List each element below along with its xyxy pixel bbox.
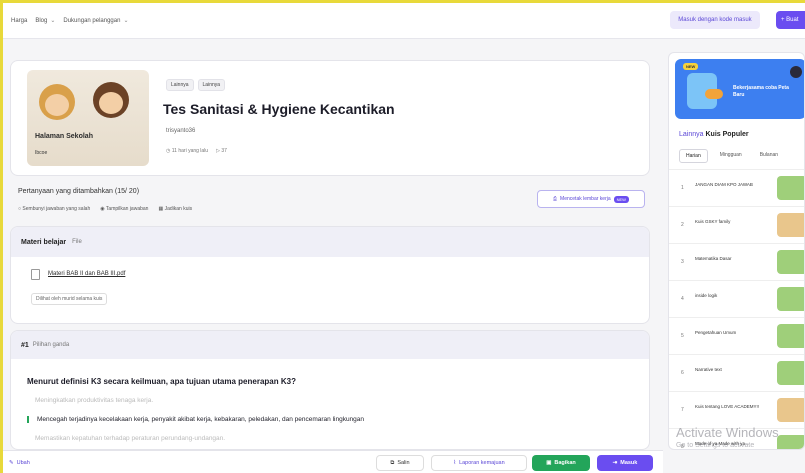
play-count: 37	[221, 148, 227, 154]
question-type: Pilihan ganda	[32, 342, 70, 348]
chevron-down-icon: ⌄	[50, 18, 56, 24]
create-button[interactable]: + Buat	[776, 11, 805, 29]
map-icon	[705, 89, 723, 99]
popular-quiz-item[interactable]: 5 Pengetahuan Umum	[669, 317, 804, 354]
progress-report-button[interactable]: ⌇ Laporan kemajuan	[431, 455, 527, 471]
viewed-by-students-badge: Dilihat oleh murid selama kuis	[31, 293, 108, 305]
login-button[interactable]: ⇥ Masuk	[597, 455, 653, 471]
tab-daily[interactable]: Harian	[679, 149, 708, 163]
learning-materials-card: Materi belajar File Materi BAB II dan BA…	[10, 226, 650, 324]
materials-title: Materi belajar	[21, 238, 67, 246]
questions-added-label: Pertanyaan yang ditambahkan (15/ 20)	[18, 188, 140, 195]
question-card: #1 Pilihan ganda Menurut definisi K3 sec…	[10, 330, 650, 450]
character-illustration	[93, 82, 129, 118]
play-count-icon: ▷ 37	[216, 148, 227, 154]
period-tabs: Harian Mingguan Bulanan	[679, 149, 784, 163]
new-badge: NEW	[613, 195, 629, 203]
copy-icon: ⧉	[390, 459, 395, 466]
frame-border-left	[0, 0, 3, 473]
tab-weekly[interactable]: Mingguan	[714, 149, 748, 163]
quiz-thumbnail	[777, 250, 804, 274]
chevron-down-icon: ⌄	[123, 18, 129, 24]
question-header: #1 Pilihan ganda	[11, 331, 649, 359]
option-show-answers[interactable]: ◉ Tampilkan jawaban	[100, 206, 148, 212]
popular-quizzes-sidebar: NEW Bekerjasama coba Peta Baru Lainnya K…	[668, 52, 805, 450]
quiz-title: Tes Sanitasi & Hygiene Kecantikan	[163, 101, 395, 117]
promo-banner[interactable]: NEW Bekerjasama coba Peta Baru	[675, 59, 804, 119]
quiz-thumbnail	[777, 176, 804, 200]
option-make-quiz[interactable]: ▦ Jadikan kuis	[158, 206, 192, 212]
quiz-meta: ◷ 11 hari yang lalu ▷ 37	[166, 148, 227, 154]
tag[interactable]: Lainnya	[197, 79, 226, 91]
quiz-thumbnail	[777, 361, 804, 385]
answer-option: Memastikan kepatuhan terhadap peraturan …	[35, 435, 226, 442]
popular-quizzes-title: Lainnya Kuis Populer	[679, 131, 749, 138]
nav-link-support[interactable]: Dukungan pelanggan ⌄	[63, 17, 129, 25]
question-number: #1	[21, 341, 29, 349]
view-options: ○ Sembunyi jawaban yang salah ◉ Tampilka…	[18, 206, 192, 212]
materials-header: Materi belajar File	[11, 227, 649, 257]
promo-text: Bekerjasama coba Peta Baru	[733, 85, 789, 98]
windows-activation-watermark: Activate Windows	[676, 425, 779, 440]
nav-link-pricing[interactable]: Harga	[11, 18, 27, 24]
popular-quiz-item[interactable]: 1 JANGAN DIAM KPO JAWAB	[669, 169, 804, 206]
tag[interactable]: Lainnya	[166, 79, 194, 91]
notification-avatar[interactable]	[790, 66, 802, 78]
quiz-thumbnail	[777, 287, 804, 311]
file-icon	[31, 269, 40, 280]
windows-activation-subtext: Go to Settings to activate	[676, 442, 755, 449]
answer-option: Meningkatkan produktivitas tenaga kerja.	[35, 397, 154, 404]
popular-quiz-item[interactable]: 6 Narrative text	[669, 354, 804, 391]
quiz-tags: Lainnya Lainnya	[166, 79, 226, 91]
print-icon: ⎙	[553, 196, 558, 202]
popular-quiz-item[interactable]: 2 Kuis GSKY family	[669, 206, 804, 243]
time-ago: 11 hari yang lalu	[171, 148, 209, 154]
cover-caption: Halaman Sekolah	[35, 133, 93, 140]
edit-icon: ✎	[9, 460, 14, 466]
login-icon: ⇥	[612, 460, 618, 466]
answer-option-correct: Mencegah terjadinya kecelakaan kerja, pe…	[27, 416, 364, 423]
material-file-link[interactable]: Materi BAB II dan BAB III.pdf	[48, 271, 125, 277]
share-button[interactable]: ▣ Bagikan	[532, 455, 590, 471]
quiz-thumbnail	[777, 324, 804, 348]
character-illustration	[39, 84, 75, 120]
quiz-thumbnail	[777, 435, 804, 449]
nav-link-blog[interactable]: Blog ⌄	[35, 17, 56, 25]
popular-quiz-item[interactable]: 3 Matematika Dasar	[669, 243, 804, 280]
join-with-code-button[interactable]: Masuk dengan kode masuk	[670, 11, 760, 29]
quiz-thumbnail	[777, 213, 804, 237]
print-worksheet-button[interactable]: ⎙ Mencetak lembar kerja NEW	[537, 190, 645, 208]
question-text: Menurut definisi K3 secara keilmuan, apa…	[27, 377, 296, 386]
quiz-cover-image: Halaman Sekolah Ibcoe	[27, 70, 149, 166]
quiz-thumbnail	[777, 398, 804, 422]
clock-icon: ◷ 11 hari yang lalu	[166, 148, 209, 154]
popular-quiz-item[interactable]: 4 inside logik	[669, 280, 804, 317]
option-hide-wrong[interactable]: ○ Sembunyi jawaban yang salah	[18, 206, 90, 212]
quiz-author[interactable]: trisyanto36	[166, 128, 195, 134]
tab-monthly[interactable]: Bulanan	[754, 149, 784, 163]
quiz-info-card: Halaman Sekolah Ibcoe Lainnya Lainnya Te…	[10, 60, 650, 176]
bottom-action-bar: ✎ Ubah ⧉ Salin ⌇ Laporan kemajuan ▣ Bagikan …	[3, 450, 663, 473]
copy-button[interactable]: ⧉ Salin	[376, 455, 424, 471]
materials-subtitle: File	[72, 239, 82, 245]
popular-quiz-item[interactable]: 7 Kuis tentang LOVE ACADEMY!!	[669, 391, 804, 428]
chart-icon: ⌇	[453, 460, 457, 466]
new-badge: NEW	[683, 63, 699, 70]
share-icon: ▣	[546, 460, 552, 466]
cover-subcaption: Ibcoe	[35, 150, 48, 156]
edit-button[interactable]: ✎ Ubah	[9, 455, 30, 471]
